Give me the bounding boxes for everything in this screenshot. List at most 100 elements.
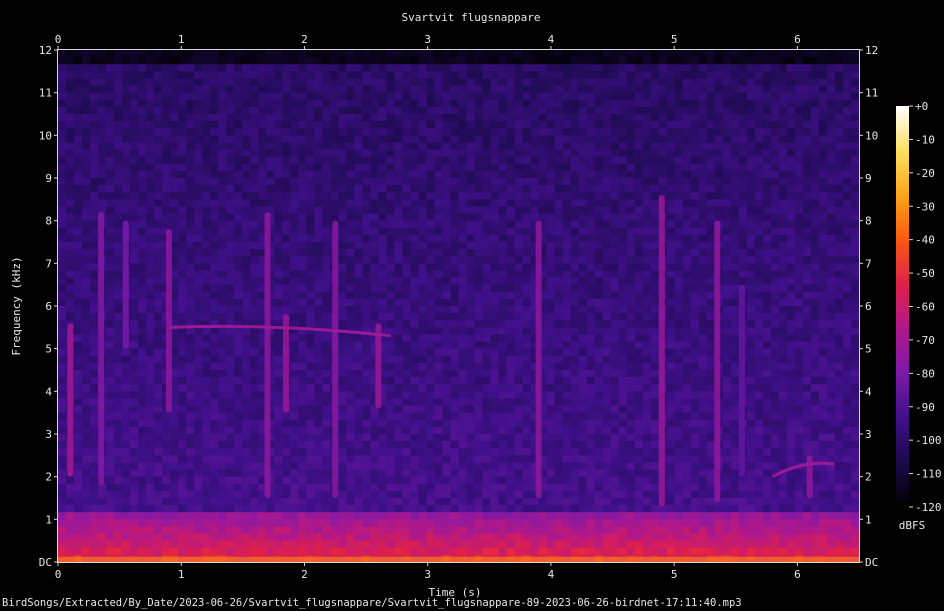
spectrogram-cell	[298, 57, 307, 65]
spectrogram-cell	[626, 170, 636, 179]
spectrogram-cell	[498, 220, 508, 229]
spectrogram-cell	[354, 57, 363, 65]
spectrogram-cell	[594, 185, 604, 193]
spectrogram-cell	[66, 114, 75, 122]
spectrogram-cell	[586, 85, 596, 94]
spectrogram-cell	[770, 64, 780, 72]
spectrogram-cell	[650, 263, 660, 272]
spectrogram-cell	[706, 142, 716, 151]
spectrogram-cell	[682, 163, 692, 172]
spectrogram-cell	[634, 114, 644, 122]
spectrogram-cell	[186, 213, 195, 222]
spectrogram-cell	[202, 128, 211, 136]
spectrogram-cell	[474, 370, 484, 378]
spectrogram-cell	[842, 377, 852, 385]
spectrogram-cell	[634, 398, 644, 407]
spectrogram-cell	[338, 71, 347, 80]
spectrogram-cell	[626, 121, 636, 129]
spectrogram-cell	[770, 341, 780, 350]
spectrogram-cell	[282, 220, 291, 229]
spectrogram-cell	[114, 256, 123, 264]
spectrogram-cell	[234, 263, 243, 272]
spectrogram-cell	[146, 121, 155, 129]
spectrogram-cell	[834, 341, 844, 350]
spectrogram-cell	[314, 320, 323, 328]
spectrogram-cell	[482, 178, 492, 186]
spectrogram-cell	[458, 234, 468, 243]
spectrogram-cell	[138, 192, 147, 200]
spectrogram-cell	[138, 78, 147, 87]
spectrogram-cell	[186, 355, 195, 364]
spectrogram-cell	[290, 156, 299, 165]
spectrogram-cell	[762, 291, 772, 300]
spectrogram-cell	[506, 50, 516, 58]
spectrogram-cell	[498, 242, 508, 250]
spectrogram-cell	[402, 313, 412, 321]
spectrogram-cell	[826, 121, 836, 129]
spectrogram-cell	[162, 220, 171, 229]
spectrogram-cell	[234, 370, 243, 378]
spectrogram-cell	[322, 142, 331, 151]
spectrogram-cell	[570, 227, 580, 236]
spectrogram-cell	[250, 377, 259, 385]
spectrogram-cell	[586, 341, 596, 350]
spectrogram-cell	[650, 370, 660, 378]
spectrogram-cell	[442, 263, 452, 272]
spectrogram-cell	[842, 320, 852, 328]
spectrogram-cell	[810, 163, 820, 172]
spectrogram-cell	[450, 362, 460, 371]
spectrogram-cell	[298, 355, 307, 364]
spectrogram-cell	[410, 178, 420, 186]
spectrogram-cell	[762, 199, 772, 208]
spectrogram-cell	[762, 391, 772, 400]
spectrogram-cell	[138, 313, 147, 321]
spectrogram-cell	[818, 391, 828, 400]
spectrogram-cell	[762, 128, 772, 136]
spectrogram-cell	[674, 284, 684, 293]
spectrogram-cell	[810, 149, 820, 158]
spectrogram-cell	[58, 384, 67, 392]
spectrogram-cell	[250, 263, 259, 272]
spectrogram-cell	[370, 313, 379, 321]
spectrogram-cell	[754, 185, 764, 193]
spectrogram-cell	[386, 170, 396, 179]
spectrogram-cell	[274, 341, 283, 350]
spectrogram-cell	[706, 334, 716, 343]
spectrogram-cell	[370, 106, 379, 115]
spectrogram-cell	[258, 199, 267, 208]
spectrogram-cell	[746, 199, 756, 208]
spectrogram-cell	[186, 50, 195, 58]
spectrogram-cell	[698, 213, 708, 222]
spectrogram-cell	[578, 149, 588, 158]
spectrogram-cell	[106, 384, 115, 392]
spectrogram-cell	[138, 284, 147, 293]
spectrogram-cell	[514, 57, 524, 65]
spectrogram-cell	[674, 270, 684, 279]
spectrogram-cell	[642, 220, 652, 229]
spectrogram-cell	[546, 199, 556, 208]
spectrogram-cell	[554, 85, 564, 94]
spectrogram-cell	[818, 142, 828, 151]
spectrogram-cell	[58, 298, 67, 307]
spectrogram-cell	[746, 220, 756, 229]
spectrogram-cell	[322, 362, 331, 371]
spectrogram-cell	[546, 78, 556, 87]
spectrogram-cell	[178, 78, 187, 87]
spectrogram-cell	[250, 306, 259, 314]
spectrogram-cell	[306, 249, 315, 257]
spectrogram-cell	[466, 234, 476, 243]
spectrogram-cell	[82, 99, 91, 108]
spectrogram-cell	[338, 213, 347, 222]
spectrogram-cell	[186, 341, 195, 350]
spectrogram-cell	[618, 362, 628, 371]
spectrogram-cell	[442, 341, 452, 350]
spectrogram-cell	[490, 306, 500, 314]
spectrogram-cell	[594, 128, 604, 136]
spectrogram-cell	[506, 71, 516, 80]
spectrogram-cell	[98, 71, 107, 80]
spectrogram-cell	[306, 135, 315, 144]
spectrogram-cell	[746, 114, 756, 122]
spectrogram-cell	[90, 78, 99, 87]
spectrogram-cell	[442, 121, 452, 129]
spectrogram-cell	[458, 170, 468, 179]
